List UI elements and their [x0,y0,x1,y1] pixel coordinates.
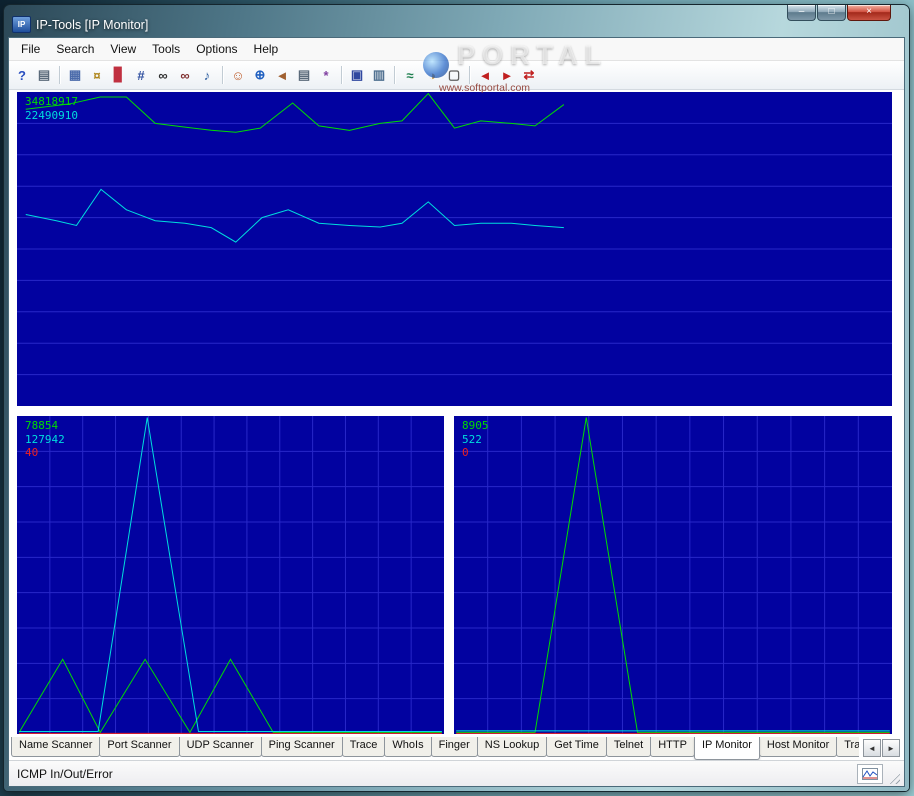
prev-icon[interactable]: ◄ [475,65,495,85]
tab-list: Name Scanner Port Scanner UDP Scanner Ping … [11,737,859,760]
menu-item-view[interactable]: View [102,39,144,59]
next-icon[interactable]: ► [497,65,517,85]
connection-list-icon[interactable]: ▦ [65,65,85,85]
maximize-button[interactable]: □ [817,5,846,21]
pie-chart-icon[interactable]: ◑ [422,65,442,85]
print-report-icon[interactable]: ▤ [294,65,314,85]
chart-label-out: 127942 [25,432,65,446]
close-button[interactable]: × [847,5,891,21]
status-chart-button[interactable] [857,763,883,784]
log-icon[interactable]: ▢ [444,65,464,85]
chart-label-error: 40 [25,446,39,459]
menu-item-help[interactable]: Help [246,39,287,59]
resize-grip[interactable] [887,771,900,784]
tab-ip-monitor[interactable]: IP Monitor [693,737,760,760]
tab-scroll-right-button[interactable]: ► [882,739,900,757]
menu-item-file[interactable]: File [13,39,48,59]
menu-item-search[interactable]: Search [48,39,102,59]
menubar: File Search View Tools Options Help [9,38,904,61]
tab-scroll-left-button[interactable]: ◄ [863,739,881,757]
print-icon[interactable]: ▤ [34,65,54,85]
tab-finger[interactable]: Finger [430,737,478,757]
interface-icon[interactable]: # [131,65,151,85]
tab-udp-scanner[interactable]: UDP Scanner [178,737,262,757]
chart-label-in: 8905 [462,419,489,432]
exit-icon[interactable]: ◄ [272,65,292,85]
toolbar-separator [59,66,60,84]
icmp-left-labels: 78854 127942 40 [25,419,65,460]
icmp-left-chart: 78854 127942 40 [17,416,444,734]
toolbar-separator [222,66,223,84]
chart-label-error: 0 [462,446,469,459]
toolbar-separator [341,66,342,84]
settings-icon[interactable]: * [316,65,336,85]
tabstrip: Name Scanner Port Scanner UDP Scanner Ping … [9,737,904,760]
tab-http[interactable]: HTTP [650,737,695,757]
help-icon[interactable]: ? [12,65,32,85]
sound-icon[interactable]: ♪ [197,65,217,85]
client-area: File Search View Tools Options Help ? ▤ ▦ ¤ ▊ # ∞ ∞ ♪… [8,37,905,787]
tab-trap-watche[interactable]: Trap Watche [836,737,859,757]
traffic-history-labels: 34818917 22490910 [25,95,78,122]
chart-label-out: 22490910 [25,108,78,122]
swap-icon[interactable]: ⇄ [519,65,539,85]
graph-icon[interactable]: ≈ [400,65,420,85]
toolbar-separator [394,66,395,84]
chart-label-out: 522 [462,432,482,446]
icmp-right-labels: 8905 522 0 [462,419,489,460]
clients-icon[interactable]: ☺ [228,65,248,85]
status-text: ICMP In/Out/Error [17,766,113,781]
tab-host-monitor[interactable]: Host Monitor [758,737,838,757]
window-controls: – □ × [787,5,891,21]
tab-get-time[interactable]: Get Time [546,737,607,757]
icmp-right-chart: 8905 522 0 [454,416,892,734]
traffic-history-chart: 34818917 22490910 [17,92,892,406]
tab-ping-scanner[interactable]: Ping Scanner [260,737,343,757]
toolbar-separator [469,66,470,84]
minimize-button[interactable]: – [787,5,816,21]
title-area: IP IP-Tools [IP Monitor] [12,16,148,33]
icmp-left-plot [17,416,444,734]
monitor-icon[interactable]: ▣ [347,65,367,85]
bottom-charts-row: 78854 127942 40 8905 522 0 [17,416,892,734]
tab-scroll-buttons: ◄ ► [863,739,900,757]
find-icon[interactable]: ∞ [153,65,173,85]
tab-whois[interactable]: WhoIs [384,737,432,757]
tab-telnet[interactable]: Telnet [605,737,652,757]
icmp-right-plot [454,416,892,734]
chart-label-in: 78854 [25,419,59,432]
find-host-icon[interactable]: ∞ [175,65,195,85]
app-icon: IP [12,16,31,33]
mini-chart-icon [862,767,878,780]
menu-item-options[interactable]: Options [188,39,245,59]
traffic-history-plot [17,92,892,406]
chart-label-in: 34818917 [25,95,78,108]
tab-port-scanner[interactable]: Port Scanner [99,737,180,757]
toolbar: ? ▤ ▦ ¤ ▊ # ∞ ∞ ♪ ☺ ⊕ ◄ ▤ * ▣ ▥ ≈ ◑ ▢ ◄ ► ⇄ [9,61,904,90]
tab-ns-lookup[interactable]: NS Lookup [476,737,548,757]
tab-name-scanner[interactable]: Name Scanner [11,737,101,757]
web-icon[interactable]: ⊕ [250,65,270,85]
titlebar[interactable]: IP IP-Tools [IP Monitor] – □ × [8,5,905,37]
chart-area: 34818917 22490910 78854 127942 40 8905 522 0 [9,90,904,737]
window-title: IP-Tools [IP Monitor] [36,17,149,32]
key-icon[interactable]: ¤ [87,65,107,85]
ip-tools-window: IP IP-Tools [IP Monitor] – □ × File Searc… [4,5,909,791]
menu-item-tools[interactable]: Tools [144,39,188,59]
statusbar: ICMP In/Out/Error [9,760,904,786]
statistics-icon[interactable]: ▊ [109,65,129,85]
report-icon[interactable]: ▥ [369,65,389,85]
tab-trace[interactable]: Trace [341,737,386,757]
